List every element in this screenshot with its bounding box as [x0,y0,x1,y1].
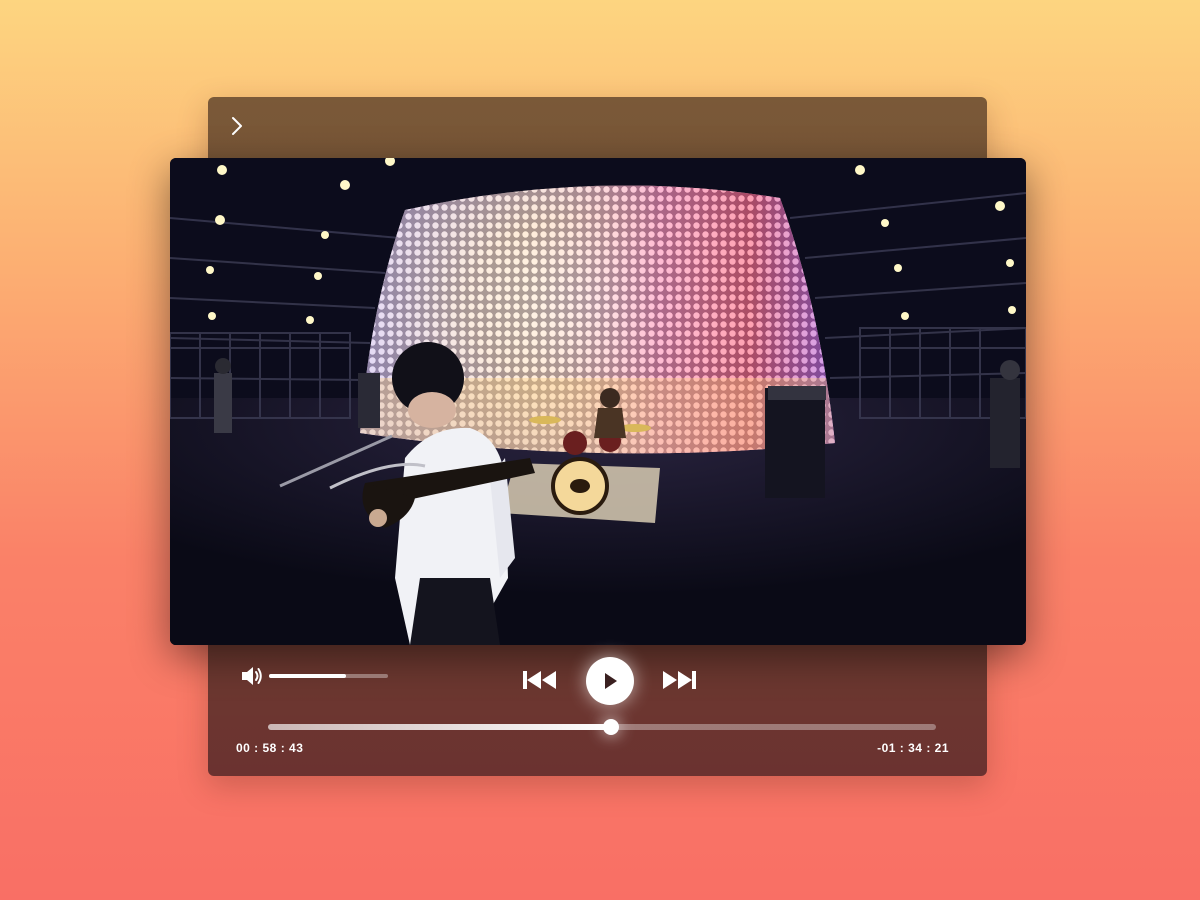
seek-bar-fill [268,724,611,730]
speaker-icon[interactable] [240,665,264,687]
video-frame[interactable] [170,158,1026,645]
skip-previous-icon [523,671,556,689]
controls-bar: 00 : 58 : 43 -01 : 34 : 21 [208,645,987,776]
skip-next-icon [663,671,696,689]
play-button[interactable] [586,657,634,705]
volume-slider-fill [269,674,347,678]
volume-slider[interactable] [269,674,388,678]
time-elapsed: 00 : 58 : 43 [236,741,304,755]
play-icon [605,673,617,689]
seek-bar[interactable] [268,719,936,735]
next-button[interactable] [660,668,698,692]
seek-thumb[interactable] [602,719,619,735]
chevron-right-icon [232,117,242,135]
time-remaining: -01 : 34 : 21 [877,741,949,755]
previous-button[interactable] [521,668,559,692]
back-button[interactable] [222,111,252,141]
